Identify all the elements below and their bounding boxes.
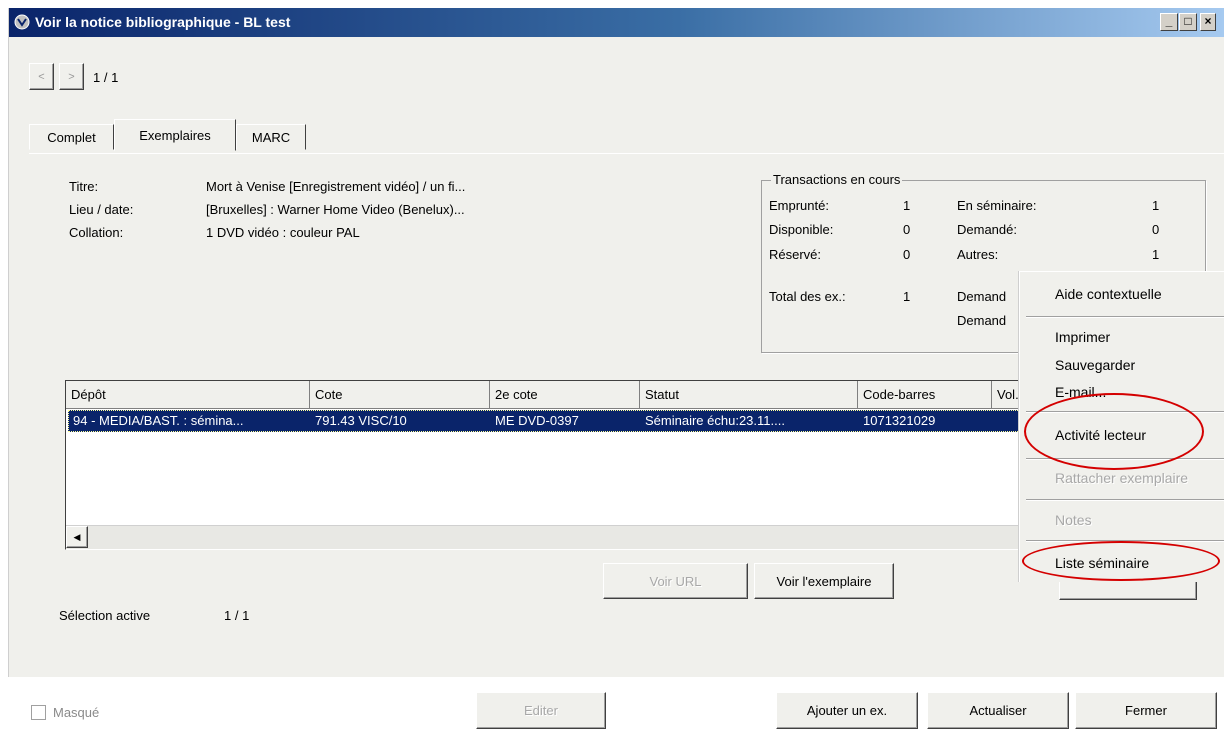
borrowed-label: Emprunté: [769, 198, 829, 213]
tab-marc-label: MARC [251, 129, 291, 145]
menu-item-imprimer[interactable]: Imprimer [1055, 329, 1110, 345]
tab-exemplaires-label: Exemplaires [139, 127, 211, 143]
tab-complet-label: Complet [47, 129, 96, 145]
maximize-button[interactable]: □ [1179, 13, 1197, 31]
horizontal-scrollbar[interactable]: ◀ [66, 525, 1046, 549]
reserved-value: 0 [903, 247, 911, 262]
seminar-value: 1 [1152, 198, 1160, 213]
column-header-cote2[interactable]: 2e cote [490, 381, 640, 409]
place-date-label: Lieu / date: [69, 202, 134, 217]
collation-label: Collation: [69, 225, 124, 240]
record-position: 1 / 1 [93, 70, 119, 85]
previous-record-button[interactable]: < [29, 63, 54, 90]
others-label: Autres: [957, 247, 999, 262]
title-bar[interactable]: Voir la notice bibliographique - BL test… [9, 8, 1224, 37]
cell-cote: 791.43 VISC/10 [315, 413, 407, 428]
cell-depot: 94 - MEDIA/BAST. : sémina... [73, 413, 244, 428]
menu-item-sauvegarder[interactable]: Sauvegarder [1055, 357, 1135, 373]
selection-value: 1 / 1 [224, 608, 250, 623]
transactions-group-title: Transactions en cours [771, 172, 903, 187]
minimize-button[interactable]: _ [1160, 13, 1178, 31]
masque-label: Masqué [53, 705, 100, 720]
selection-label: Sélection active [59, 608, 151, 623]
menu-item-aide-contextuelle[interactable]: Aide contextuelle [1055, 286, 1162, 302]
title-value: Mort à Venise [Enregistrement vidéo] / u… [206, 179, 466, 194]
app-shield-icon [14, 14, 30, 30]
reserved-label: Réservé: [769, 247, 822, 262]
total-value: 1 [903, 289, 911, 304]
ajouter-exemplaire-button[interactable]: Ajouter un ex. [776, 692, 918, 729]
window-title: Voir la notice bibliographique - BL test [35, 14, 291, 30]
others-value: 1 [1152, 247, 1160, 262]
available-label: Disponible: [769, 222, 834, 237]
fermer-button[interactable]: Fermer [1075, 692, 1217, 729]
column-header-statut[interactable]: Statut [640, 381, 858, 409]
demand-label-2: Demand [957, 313, 1007, 328]
column-header-code-barres[interactable]: Code-barres [858, 381, 992, 409]
column-header-cote[interactable]: Cote [310, 381, 490, 409]
place-date-value: [Bruxelles] : Warner Home Video (Benelux… [206, 202, 465, 217]
items-table[interactable]: Dépôt Cote 2e cote Statut Code-barres Vo… [65, 380, 1047, 550]
cell-code-barres: 1071321029 [863, 413, 936, 428]
scroll-left-arrow-icon[interactable]: ◀ [66, 526, 88, 548]
title-label: Titre: [69, 179, 99, 194]
menu-item-notes[interactable]: Notes [1055, 512, 1092, 528]
voir-url-button[interactable]: Voir URL [603, 563, 748, 599]
demand-label-1: Demand [957, 289, 1007, 304]
close-button[interactable]: × [1200, 13, 1216, 31]
borrowed-value: 1 [903, 198, 911, 213]
editer-button[interactable]: Editer [476, 692, 606, 729]
menu-separator [1026, 316, 1224, 318]
requested-label: Demandé: [957, 222, 1017, 237]
total-label: Total des ex.: [769, 289, 846, 304]
cell-cote2: ME DVD-0397 [495, 413, 579, 428]
table-row[interactable]: 94 - MEDIA/BAST. : sémina... 791.43 VISC… [68, 410, 1046, 432]
collation-value: 1 DVD vidéo : couleur PAL [206, 225, 360, 240]
annotation-ellipse-activite-lecteur [1024, 393, 1204, 470]
masque-checkbox[interactable] [31, 705, 46, 720]
actualiser-button[interactable]: Actualiser [927, 692, 1069, 729]
seminar-label: En séminaire: [957, 198, 1037, 213]
requested-value: 0 [1152, 222, 1160, 237]
next-record-button[interactable]: > [59, 63, 84, 90]
tab-complet[interactable]: Complet [29, 124, 114, 150]
annotation-ellipse-liste-seminaire [1022, 541, 1220, 581]
available-value: 0 [903, 222, 911, 237]
tab-marc[interactable]: MARC [236, 124, 306, 150]
cell-statut: Séminaire échu:23.11.... [645, 413, 785, 428]
voir-exemplaire-button[interactable]: Voir l'exemplaire [754, 563, 894, 599]
menu-item-rattacher-exemplaire[interactable]: Rattacher exemplaire [1055, 470, 1188, 486]
tab-exemplaires[interactable]: Exemplaires [114, 119, 236, 151]
column-header-depot[interactable]: Dépôt [66, 381, 310, 409]
menu-separator [1026, 499, 1224, 501]
